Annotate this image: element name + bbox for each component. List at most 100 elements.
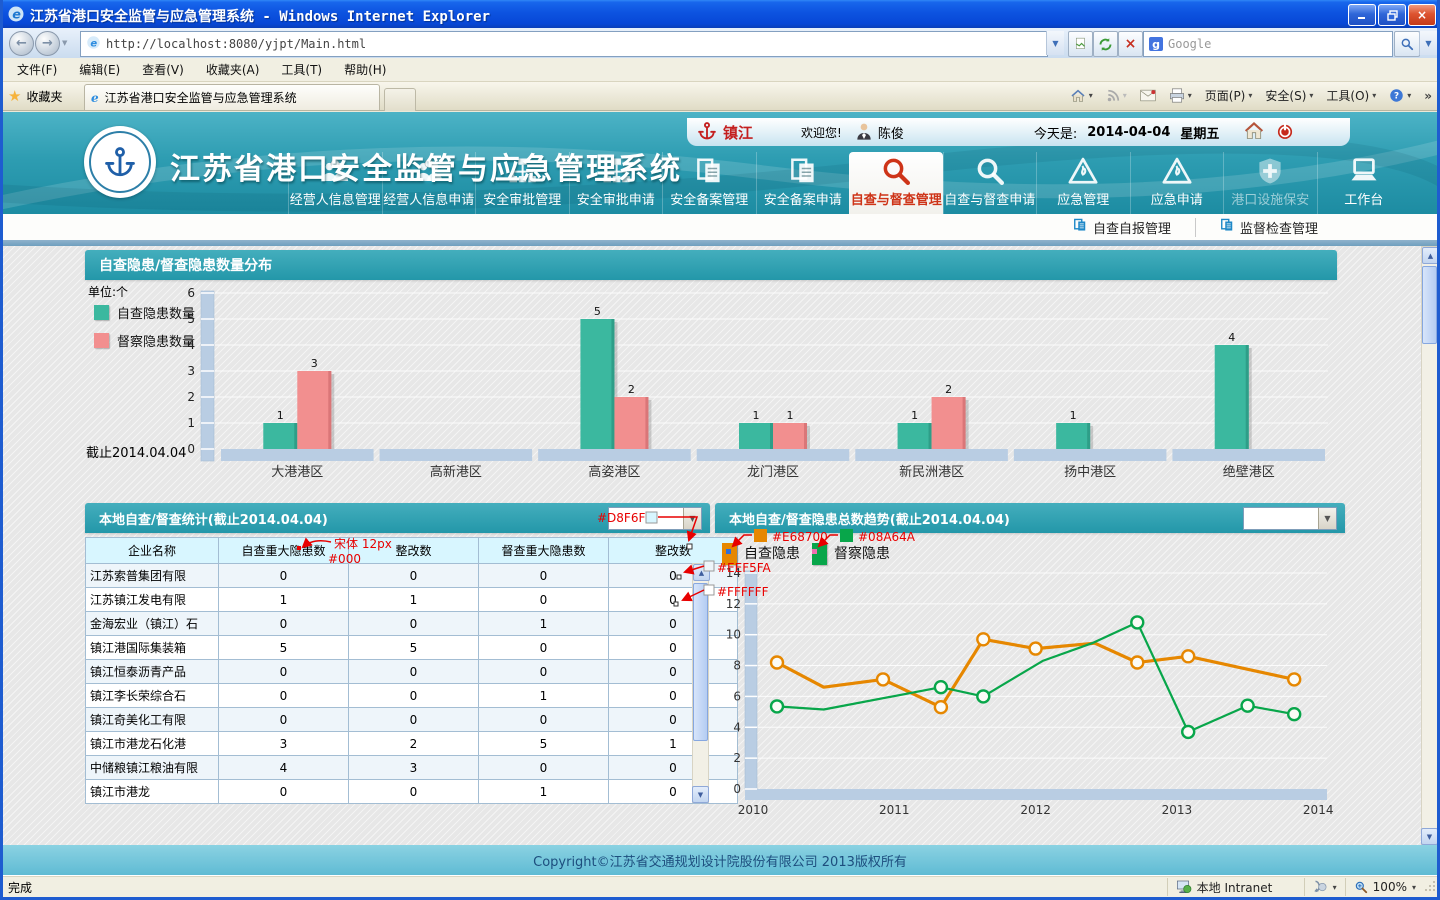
value-cell: 1 <box>479 684 609 708</box>
scroll-up-icon[interactable]: ▲ <box>1422 247 1439 264</box>
scroll-up-icon[interactable]: ▲ <box>693 564 710 581</box>
nav-item-label: 经营人信息管理 <box>290 189 381 208</box>
logout-power-icon[interactable] <box>1275 121 1295 144</box>
refresh-button[interactable] <box>1093 31 1118 57</box>
table-row[interactable]: 镇江恒泰沥青产品0000 <box>86 660 738 684</box>
home-button[interactable]: ▾ <box>1070 88 1093 104</box>
overflow-chevron-icon[interactable]: » <box>1424 89 1432 103</box>
copyright-text: Copyright©江苏省交通规划设计院股份有限公司 2013版权所有 <box>533 851 907 870</box>
safety-menu[interactable]: 安全(S)▾ <box>1265 87 1313 104</box>
nav-item-document[interactable]: 安全备案申请 <box>756 152 850 214</box>
scroll-down-icon[interactable]: ▼ <box>692 786 709 803</box>
help-button[interactable]: ? ▾ <box>1389 88 1411 103</box>
menu-item[interactable]: 收藏夹(A) <box>195 58 271 81</box>
favorites-bar: ★ 收藏夹 e 江苏省港口安全监管与应急管理系统 ▾ ▾ ▾ 页面(P)▾ 安全… <box>0 82 1440 111</box>
search-placeholder: Google <box>1168 37 1211 51</box>
svg-text:2010: 2010 <box>738 803 769 817</box>
rss-button[interactable]: ▾ <box>1106 89 1127 103</box>
statistics-table: 企业名称自查重大隐患数整改数督查重大隐患数整改数江苏索普集团有限0000江苏镇江… <box>85 537 738 804</box>
search-button[interactable] <box>1394 31 1420 57</box>
url-dropdown-icon[interactable]: ▼ <box>1046 31 1064 55</box>
tab-active[interactable]: e 江苏省港口安全监管与应急管理系统 <box>84 84 380 110</box>
company-name-cell: 金海宏业（镇江）石 <box>86 612 219 636</box>
menu-item[interactable]: 文件(F) <box>6 58 68 81</box>
document-icon <box>788 152 818 186</box>
menu-item[interactable]: 工具(T) <box>270 58 333 81</box>
table-filter-dropdown[interactable]: ▼ <box>608 507 702 530</box>
compatibility-view-button[interactable] <box>1068 31 1093 57</box>
document-icon <box>694 152 724 186</box>
line-filter-dropdown[interactable]: ▼ <box>1243 507 1337 530</box>
url-field[interactable]: e http://localhost:8080/yjpt/Main.html <box>80 31 1048 57</box>
column-header: 企业名称 <box>86 538 219 564</box>
welcome-bar: 镇江 欢迎您! 陈俊 今天是: 2014-04-04 星期五 <box>687 118 1350 146</box>
submenu-item[interactable]: 监督检查管理 <box>1195 218 1342 237</box>
value-cell: 5 <box>349 636 479 660</box>
print-button[interactable]: ▾ <box>1169 88 1192 103</box>
nav-item-shield[interactable]: 港口设施保安 <box>1223 152 1317 214</box>
search-options-icon[interactable]: ▼ <box>1419 31 1437 55</box>
table-row[interactable]: 金海宏业（镇江）石0010 <box>86 612 738 636</box>
zoom-icon <box>1354 880 1368 894</box>
nav-item-warning[interactable]: 应急申请 <box>1130 152 1224 214</box>
value-cell: 0 <box>349 612 479 636</box>
resize-grip[interactable] <box>1424 880 1440 895</box>
submenu-item[interactable]: 自查自报管理 <box>1049 218 1195 237</box>
company-name-cell: 镇江市港龙石化港 <box>86 732 219 756</box>
restore-button[interactable] <box>1378 4 1406 26</box>
mail-button[interactable] <box>1140 89 1156 102</box>
table-row[interactable]: 镇江市港龙石化港3251 <box>86 732 738 756</box>
page-menu[interactable]: 页面(P)▾ <box>1205 87 1253 104</box>
home-shortcut-icon[interactable] <box>1243 121 1265 144</box>
welcome-label: 欢迎您! <box>801 124 842 141</box>
value-cell: 0 <box>349 684 479 708</box>
user-avatar <box>856 122 872 143</box>
nav-item-search[interactable]: 自查与督查管理 <box>849 152 943 214</box>
favorites-button[interactable]: ★ 收藏夹 <box>8 87 62 105</box>
back-button[interactable]: ← <box>9 31 34 56</box>
doc-small-icon <box>1220 218 1234 236</box>
page-scrollbar[interactable]: ▲ ▼ <box>1421 246 1438 845</box>
protected-mode-pane[interactable]: ▾ <box>1304 878 1345 896</box>
tools-menu[interactable]: 工具(O)▾ <box>1326 87 1376 104</box>
table-row[interactable]: 江苏镇江发电有限1100 <box>86 588 738 612</box>
value-cell: 0 <box>219 684 349 708</box>
svg-text:扬中港区: 扬中港区 <box>1064 465 1116 480</box>
command-bar: ▾ ▾ ▾ 页面(P)▾ 安全(S)▾ 工具(O)▾ ? ▾ » <box>1070 87 1432 104</box>
nav-item-workbench[interactable]: 工作台 <box>1317 152 1411 214</box>
value-cell: 0 <box>219 660 349 684</box>
submenu-item-label: 自查自报管理 <box>1093 218 1171 237</box>
google-icon: g <box>1149 37 1163 51</box>
workbench-icon <box>1349 152 1379 186</box>
forward-button[interactable]: → <box>35 31 60 56</box>
table-row[interactable]: 江苏索普集团有限0000 <box>86 564 738 588</box>
value-cell: 5 <box>219 636 349 660</box>
svg-text:2014: 2014 <box>1303 803 1334 817</box>
menu-item[interactable]: 查看(V) <box>131 58 195 81</box>
menu-item[interactable]: 编辑(E) <box>68 58 131 81</box>
table-scrollbar-thumb[interactable] <box>693 583 708 741</box>
nav-item-search[interactable]: 自查与督查申请 <box>943 152 1037 214</box>
table-row[interactable]: 镇江李长荣综合石0010 <box>86 684 738 708</box>
search-icon <box>881 152 911 186</box>
bar-chart: 0123456大港港区13高新港区高姿港区52龙门港区11新民洲港区12扬中港区… <box>85 282 1340 482</box>
minimize-button[interactable] <box>1348 4 1376 26</box>
history-dropdown-icon[interactable]: ▼ <box>62 39 67 47</box>
scroll-down-icon[interactable]: ▼ <box>1421 828 1438 845</box>
svg-text:4: 4 <box>1228 331 1235 344</box>
nav-item-warning[interactable]: 应急管理 <box>1036 152 1130 214</box>
svg-text:1: 1 <box>753 409 760 422</box>
table-row[interactable]: 镇江奇美化工有限0000 <box>86 708 738 732</box>
menu-item[interactable]: 帮助(H) <box>333 58 397 81</box>
close-button[interactable]: × <box>1408 4 1436 26</box>
table-scrollbar[interactable]: ▲ ▼ <box>692 563 709 803</box>
search-input[interactable]: g Google <box>1143 31 1393 57</box>
table-row[interactable]: 镇江港国际集装箱5500 <box>86 636 738 660</box>
table-row[interactable]: 中储粮镇江粮油有限4300 <box>86 756 738 780</box>
svg-text:龙门港区: 龙门港区 <box>747 465 799 480</box>
zoom-control[interactable]: 100% ▾ <box>1345 878 1424 896</box>
table-row[interactable]: 镇江市港龙0010 <box>86 780 738 804</box>
stop-button[interactable]: × <box>1118 31 1143 57</box>
tab-new-stub[interactable] <box>384 88 416 111</box>
page-scrollbar-thumb[interactable] <box>1422 266 1437 344</box>
